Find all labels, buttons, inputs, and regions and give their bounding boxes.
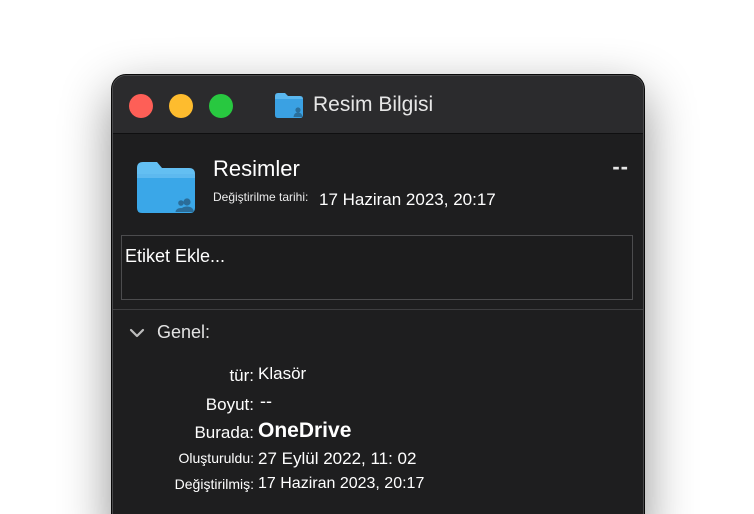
title-bar[interactable]: Resim Bilgisi xyxy=(113,76,643,134)
modified-value: 17 Haziran 2023, 20:17 xyxy=(319,190,496,209)
item-name: Resimler xyxy=(213,156,300,181)
size-summary: -- xyxy=(612,154,629,179)
kind-label: tür: xyxy=(229,366,254,385)
section-divider xyxy=(113,309,643,310)
size-value: -- xyxy=(260,391,272,411)
general-section-toggle[interactable]: Genel: xyxy=(129,322,210,343)
get-info-window: Resim Bilgisi Resimler Değiştirilme tari… xyxy=(112,75,644,514)
created-label: Oluşturuldu: xyxy=(178,450,254,466)
shared-folder-icon xyxy=(137,162,195,213)
info-row-kind: tür: Klasör xyxy=(113,364,643,390)
modified-label: Değiştirilme tarihi: xyxy=(213,190,309,204)
info-row-created: Oluşturuldu: 27 Eylül 2022, 11: 02 xyxy=(113,449,643,475)
info-row-modified: Değiştirilmiş: 17 Haziran 2023, 20:17 xyxy=(113,475,643,501)
tags-placeholder: Etiket Ekle... xyxy=(125,246,226,266)
window-title: Resim Bilgisi xyxy=(313,93,434,116)
file-summary: Resimler Değiştirilme tarihi: 17 Haziran… xyxy=(113,134,643,234)
minimize-button[interactable] xyxy=(169,94,193,118)
chevron-down-icon xyxy=(129,328,145,337)
folder-icon xyxy=(275,93,303,118)
close-button[interactable] xyxy=(129,94,153,118)
modified-detail-value: 17 Haziran 2023, 20:17 xyxy=(258,475,425,492)
info-row-where: Burada: OneDrive xyxy=(113,419,643,445)
where-label: Burada: xyxy=(194,423,254,442)
modified-detail-label: Değiştirilmiş: xyxy=(174,476,254,492)
zoom-button[interactable] xyxy=(209,94,233,118)
size-label: Boyut: xyxy=(205,395,254,414)
where-value: OneDrive xyxy=(258,419,352,442)
general-section-label: Genel: xyxy=(157,322,211,342)
window-title-group: Resim Bilgisi xyxy=(273,90,433,120)
kind-value: Klasör xyxy=(258,364,307,383)
created-value: 27 Eylül 2022, 11: 02 xyxy=(258,449,417,468)
info-row-size: Boyut: -- xyxy=(113,391,643,419)
tags-field[interactable]: Etiket Ekle... xyxy=(121,235,633,300)
